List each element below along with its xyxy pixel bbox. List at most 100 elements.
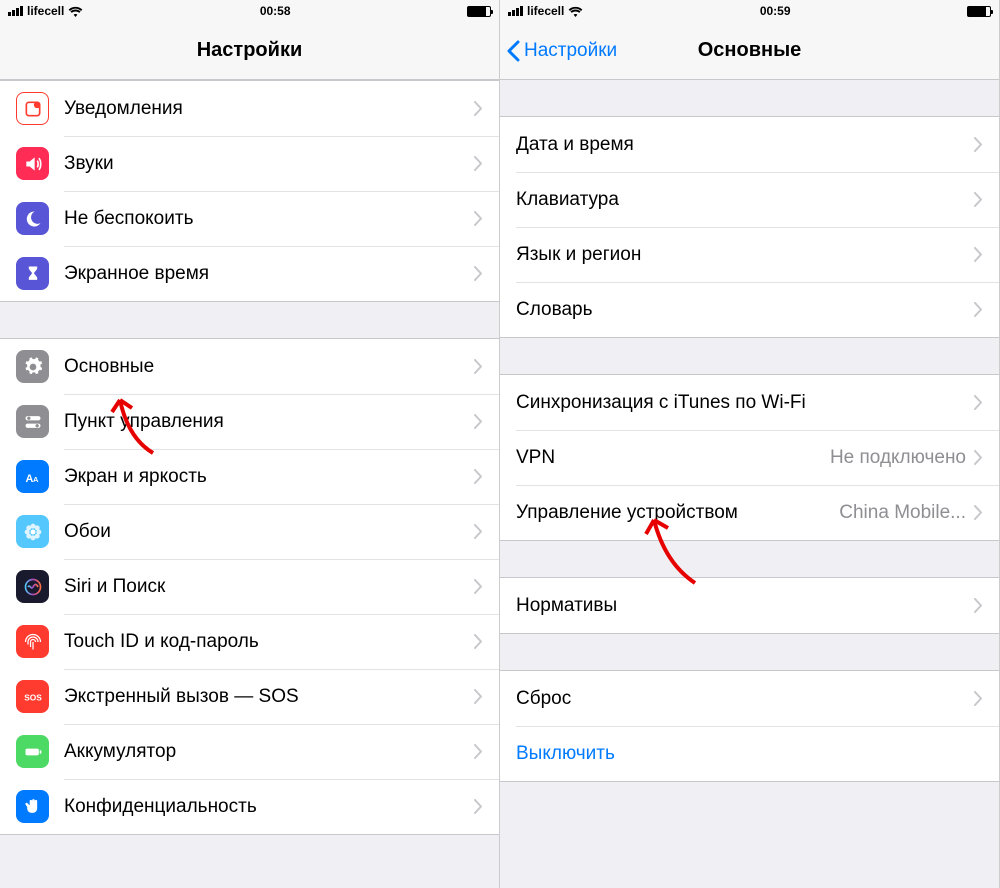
- page-title: Настройки: [197, 39, 303, 62]
- row-value: Не подключено: [830, 447, 966, 469]
- siri-icon: [16, 570, 49, 603]
- chevron-right-icon: [474, 799, 483, 814]
- hand-icon: [16, 790, 49, 823]
- chevron-right-icon: [474, 211, 483, 226]
- chevron-right-icon: [974, 192, 983, 207]
- svg-text:A: A: [33, 475, 39, 484]
- settings-row-dictionary[interactable]: Словарь: [500, 282, 999, 337]
- general-screen: lifecell 00:59 Настройки Основные Дата и…: [500, 0, 1000, 888]
- notifications-icon: [16, 92, 49, 125]
- row-label: Экран и яркость: [64, 466, 474, 488]
- flower-icon: [16, 515, 49, 548]
- fingerprint-icon: [16, 625, 49, 658]
- hourglass-icon: [16, 257, 49, 290]
- row-label: Выключить: [516, 743, 983, 765]
- row-label: Дата и время: [516, 134, 974, 156]
- settings-row-language[interactable]: Язык и регион: [500, 227, 999, 282]
- chevron-right-icon: [474, 469, 483, 484]
- row-label: Уведомления: [64, 98, 474, 120]
- settings-row-battery[interactable]: Аккумулятор: [0, 724, 499, 779]
- switches-icon: [16, 405, 49, 438]
- settings-row-shutdown[interactable]: Выключить: [500, 726, 999, 781]
- row-label: Конфиденциальность: [64, 796, 474, 818]
- row-label: Язык и регион: [516, 244, 974, 266]
- chevron-right-icon: [474, 634, 483, 649]
- row-label: Пункт управления: [64, 411, 474, 433]
- status-bar: lifecell 00:59: [500, 0, 999, 22]
- battery-icon: [467, 6, 491, 17]
- row-label: Основные: [64, 356, 474, 378]
- chevron-right-icon: [974, 598, 983, 613]
- chevron-right-icon: [974, 505, 983, 520]
- settings-row-sounds[interactable]: Звуки: [0, 136, 499, 191]
- row-label: Экранное время: [64, 263, 474, 285]
- row-label: Обои: [64, 521, 474, 543]
- row-label: Siri и Поиск: [64, 576, 474, 598]
- status-bar: lifecell 00:58: [0, 0, 499, 22]
- page-title: Основные: [698, 39, 802, 62]
- chevron-right-icon: [974, 395, 983, 410]
- settings-row-itunes-wifi[interactable]: Синхронизация с iTunes по Wi-Fi: [500, 375, 999, 430]
- settings-row-device-mgmt[interactable]: Управление устройствомChina Mobile...: [500, 485, 999, 540]
- row-label: Звуки: [64, 153, 474, 175]
- chevron-right-icon: [474, 266, 483, 281]
- settings-row-controlcenter[interactable]: Пункт управления: [0, 394, 499, 449]
- row-value: China Mobile...: [839, 502, 966, 524]
- settings-row-touchid[interactable]: Touch ID и код-пароль: [0, 614, 499, 669]
- chevron-right-icon: [974, 137, 983, 152]
- chevron-right-icon: [474, 101, 483, 116]
- settings-row-wallpaper[interactable]: Обои: [0, 504, 499, 559]
- nav-bar: Настройки Основные: [500, 22, 999, 80]
- moon-icon: [16, 202, 49, 235]
- row-label: VPN: [516, 447, 830, 469]
- row-label: Touch ID и код-пароль: [64, 631, 474, 653]
- chevron-right-icon: [974, 691, 983, 706]
- settings-row-dnd[interactable]: Не беспокоить: [0, 191, 499, 246]
- battery-icon: [967, 6, 991, 17]
- carrier-label: lifecell: [27, 4, 64, 18]
- settings-row-vpn[interactable]: VPNНе подключено: [500, 430, 999, 485]
- row-label: Нормативы: [516, 595, 974, 617]
- settings-row-reset[interactable]: Сброс: [500, 671, 999, 726]
- battery-icon: [16, 735, 49, 768]
- settings-row-datetime[interactable]: Дата и время: [500, 117, 999, 172]
- chevron-right-icon: [974, 450, 983, 465]
- row-label: Словарь: [516, 299, 974, 321]
- chevron-right-icon: [474, 359, 483, 374]
- chevron-right-icon: [474, 689, 483, 704]
- settings-row-keyboard[interactable]: Клавиатура: [500, 172, 999, 227]
- nav-bar: Настройки: [0, 22, 499, 80]
- row-label: Сброс: [516, 688, 974, 710]
- clock: 00:59: [760, 4, 791, 18]
- svg-text:SOS: SOS: [24, 692, 42, 702]
- settings-row-general[interactable]: Основные: [0, 339, 499, 394]
- chevron-right-icon: [974, 302, 983, 317]
- chevron-right-icon: [474, 579, 483, 594]
- clock: 00:58: [260, 4, 291, 18]
- aa-icon: AA: [16, 460, 49, 493]
- chevron-right-icon: [474, 744, 483, 759]
- settings-list[interactable]: Уведомления Звуки Не беспокоить Экранное вр…: [0, 80, 499, 888]
- chevron-right-icon: [974, 247, 983, 262]
- row-label: Управление устройством: [516, 502, 839, 524]
- sounds-icon: [16, 147, 49, 180]
- carrier-label: lifecell: [527, 4, 564, 18]
- settings-row-siri[interactable]: Siri и Поиск: [0, 559, 499, 614]
- back-button[interactable]: Настройки: [506, 40, 617, 62]
- row-label: Аккумулятор: [64, 741, 474, 763]
- general-list[interactable]: Дата и время Клавиатура Язык и регион Слова…: [500, 80, 999, 888]
- back-label: Настройки: [524, 40, 617, 62]
- settings-row-regulatory[interactable]: Нормативы: [500, 578, 999, 633]
- row-label: Клавиатура: [516, 189, 974, 211]
- settings-screen: lifecell 00:58 Настройки Уведомления Звук…: [0, 0, 500, 888]
- settings-row-screentime[interactable]: Экранное время: [0, 246, 499, 301]
- settings-row-notifications[interactable]: Уведомления: [0, 81, 499, 136]
- row-label: Экстренный вызов — SOS: [64, 686, 474, 708]
- chevron-right-icon: [474, 414, 483, 429]
- wifi-icon: [568, 6, 583, 17]
- settings-row-sos[interactable]: SOS Экстренный вызов — SOS: [0, 669, 499, 724]
- settings-row-privacy[interactable]: Конфиденциальность: [0, 779, 499, 834]
- settings-row-display[interactable]: AA Экран и яркость: [0, 449, 499, 504]
- signal-icon: [508, 6, 523, 16]
- chevron-right-icon: [474, 156, 483, 171]
